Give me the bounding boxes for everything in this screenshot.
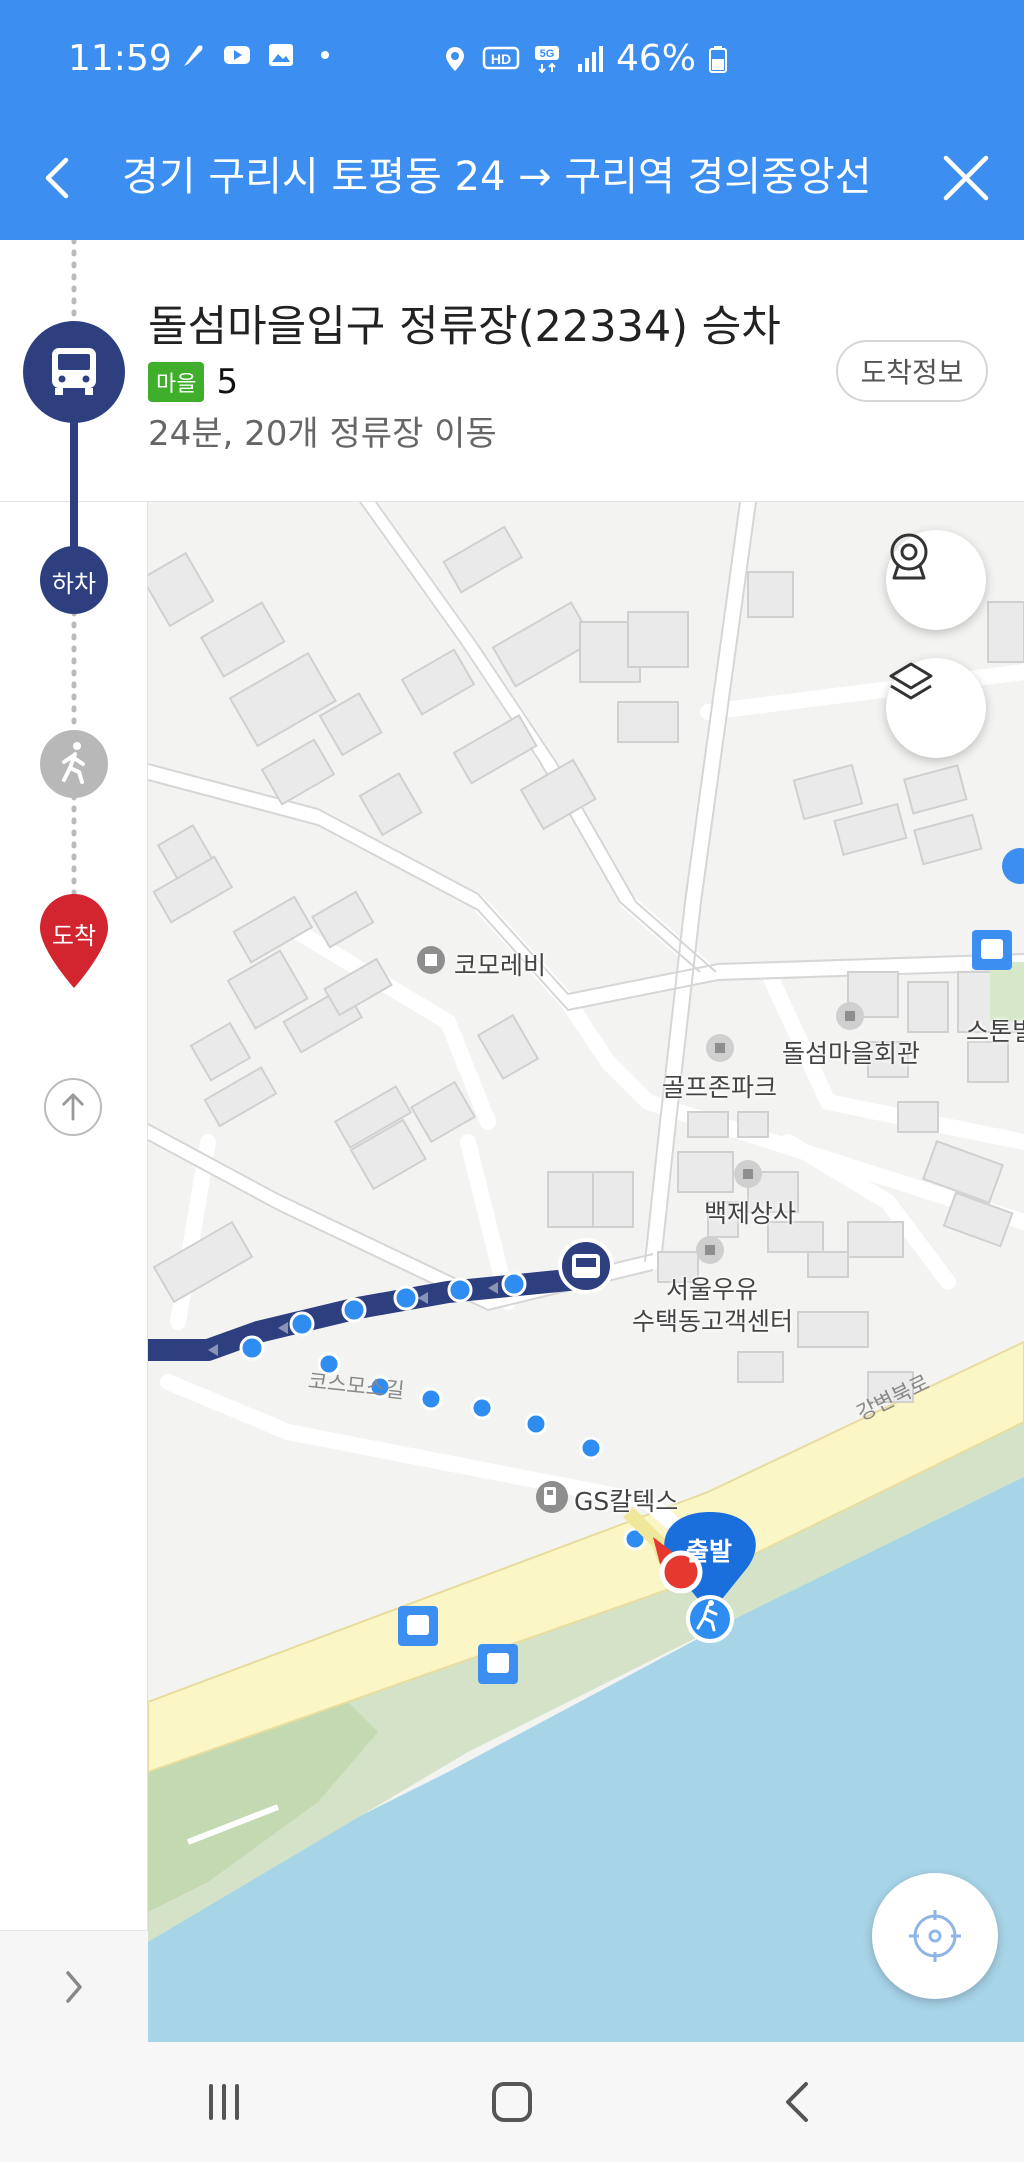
scroll-up-icon[interactable] — [44, 1078, 102, 1136]
hd-icon: HD — [482, 46, 520, 69]
close-icon[interactable] — [934, 146, 998, 210]
route-header: 경기 구리시 토평동 24 → 구리역 경의중앙선 — [0, 118, 1024, 240]
segment-info-panel: 돌섬마을입구 정류장(22334) 승차 마을 5 24분, 20개 정류장 이… — [0, 240, 1024, 502]
poi-label-gs-caltex[interactable]: GS칼텍스 — [574, 1482, 678, 1518]
feather-icon — [184, 45, 203, 66]
layers-icon — [889, 662, 933, 700]
svg-text:HD: HD — [491, 51, 511, 67]
home-icon[interactable] — [482, 2072, 542, 2132]
nav-back-icon[interactable] — [768, 2072, 828, 2132]
status-bar: 11:59 HD 5G 46% — [0, 0, 1024, 118]
youtube-icon — [224, 46, 250, 64]
system-nav-bar — [0, 2042, 1024, 2162]
crosshair-icon — [909, 1910, 961, 1962]
back-arrow-icon[interactable] — [28, 146, 92, 210]
poi-label-golfzone[interactable]: 골프존파크 — [662, 1068, 777, 1104]
arrival-info-button[interactable]: 도착정보 — [836, 340, 988, 402]
my-location-button[interactable] — [872, 1873, 998, 1999]
poi-label-komorebi[interactable]: 코모레비 — [454, 946, 546, 982]
poi-label-dolseom-hall[interactable]: 돌섬마을회관 — [782, 1034, 920, 1070]
battery-text: 46% — [616, 38, 697, 79]
alight-label: 하차 — [51, 570, 97, 598]
signal-icon — [578, 45, 603, 72]
status-left-icons — [178, 40, 340, 70]
gallery-icon — [269, 44, 293, 66]
walk-route-dots — [240, 1312, 695, 1581]
poi-label-baekje[interactable]: 백제상사 — [704, 1194, 796, 1230]
route-title[interactable]: 경기 구리시 토평동 24 → 구리역 경의중앙선 — [122, 144, 912, 202]
5g-icon: 5G — [535, 45, 559, 73]
layers-button[interactable] — [886, 658, 986, 758]
poi-label-stone[interactable]: 스톤빌 — [966, 1012, 1024, 1048]
expand-panel-button[interactable] — [0, 1930, 148, 2042]
arrive-label: 도착 — [51, 922, 97, 950]
route-map[interactable]: 코모레비 골프존파크 돌섬마을회관 스톤빌 백제상사 서울우유 수택동고객센터 … — [148, 502, 1024, 2042]
status-time: 11:59 — [68, 38, 172, 79]
poi-label-seoul-milk-center[interactable]: 수택동고객센터 — [632, 1302, 793, 1338]
app-screen: 11:59 HD 5G 46% 경기 구리시 토평동 24 → 구리역 경의중앙… — [0, 0, 1024, 2162]
bus-icon — [52, 348, 96, 395]
bus-line-row: 마을 5 — [148, 362, 238, 402]
village-bus-badge: 마을 — [148, 362, 205, 402]
start-pin-label: 출발 — [686, 1537, 733, 1566]
trip-duration-info: 24분, 20개 정류장 이동 — [148, 414, 497, 454]
boarding-stop-title: 돌섬마을입구 정류장(22334) 승차 — [148, 302, 781, 352]
walk-marker — [40, 730, 108, 798]
chevron-right-icon — [66, 1971, 82, 2003]
boarding-bus-marker — [558, 1238, 614, 1294]
battery-icon — [709, 45, 728, 73]
cctv-button[interactable] — [886, 530, 986, 630]
location-icon — [446, 46, 464, 71]
cctv-icon — [890, 533, 928, 580]
bus-line-number[interactable]: 5 — [216, 362, 238, 402]
poi-label-seoul-milk[interactable]: 서울우유 — [666, 1270, 758, 1306]
status-right-icons: HD 5G 46% — [440, 38, 728, 79]
dot-icon — [321, 51, 329, 59]
svg-text:5G: 5G — [540, 48, 555, 60]
recent-apps-icon[interactable] — [194, 2072, 254, 2132]
route-timeline: 하차 도착 — [0, 240, 148, 2040]
